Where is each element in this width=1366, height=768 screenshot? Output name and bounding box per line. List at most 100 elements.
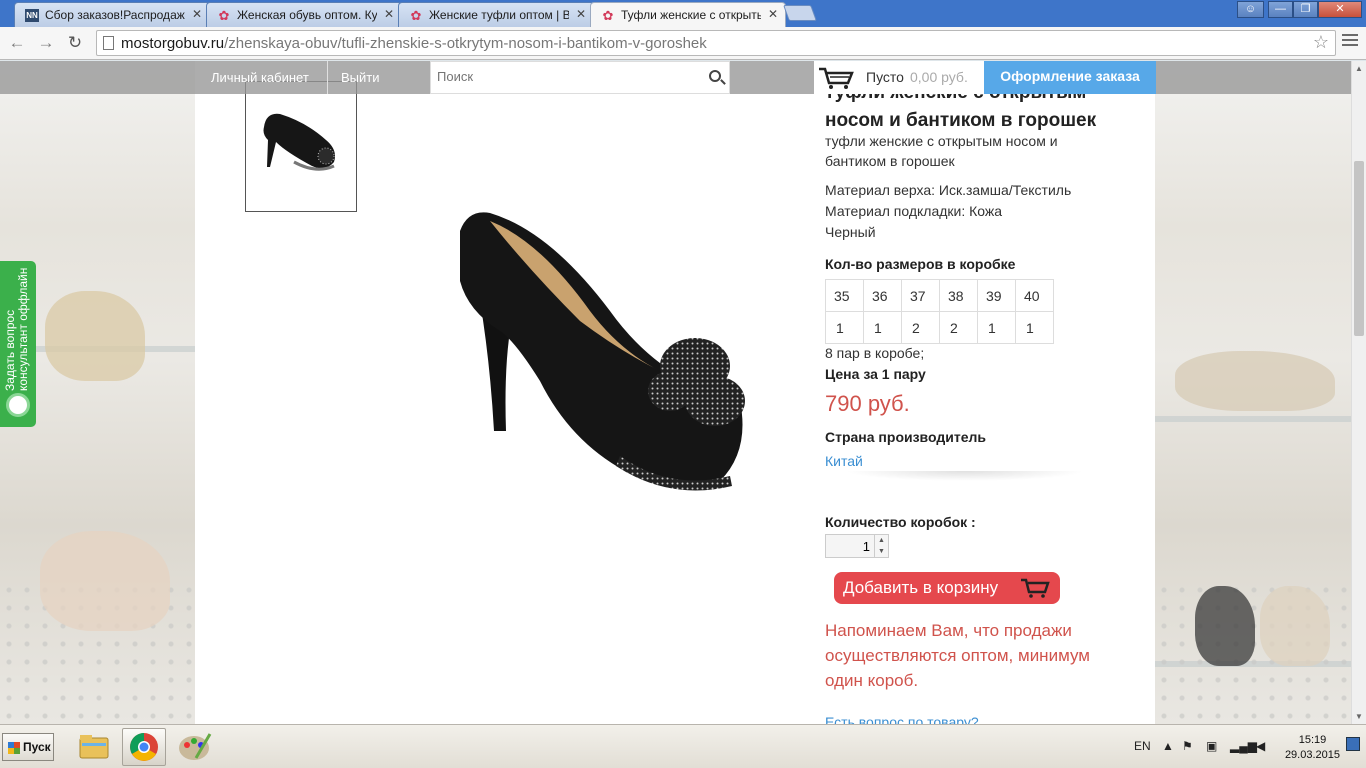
divider <box>845 471 1085 481</box>
cart-icon <box>819 67 854 89</box>
reload-icon[interactable]: ↻ <box>64 32 86 54</box>
tab-title: Сбор заказов!Распродажа д <box>45 8 185 22</box>
checkout-button[interactable]: Оформление заказа <box>984 61 1156 94</box>
browser-tab-1[interactable]: NN Сбор заказов!Распродажа д ✕ <box>14 2 210 27</box>
country-link[interactable]: Китай <box>825 453 863 469</box>
address-bar[interactable]: mostorgobuv.ru/zhenskaya-obuv/tufli-zhen… <box>96 30 1336 56</box>
hamburger-menu-icon[interactable] <box>1342 34 1358 50</box>
size-counts-row: 1 1 2 2 1 1 <box>825 311 1054 344</box>
scroll-up-icon[interactable]: ▲ <box>1355 64 1363 73</box>
new-tab-button[interactable] <box>783 5 817 21</box>
quantity-input[interactable] <box>826 535 874 557</box>
clock-date: 29.03.2015 <box>1284 749 1340 761</box>
count-cell: 2 <box>901 311 940 344</box>
consultant-logo-icon <box>6 393 30 417</box>
sizes-table: 35 36 37 38 39 40 1 1 2 2 1 1 <box>825 279 1054 344</box>
page-viewport: туфли женские с открытым носом и бантико… <box>0 61 1366 724</box>
ask-question-widget[interactable]: Задать вопрос консультант оффлайн <box>0 261 36 427</box>
ask-widget-text: Задать вопрос консультант оффлайн <box>3 267 30 391</box>
count-cell: 1 <box>863 311 902 344</box>
device-icon[interactable]: ▣ <box>1206 739 1217 753</box>
flower-icon: ✿ <box>602 8 614 23</box>
size-cell: 39 <box>977 279 1016 312</box>
minimize-button[interactable]: — <box>1268 1 1293 18</box>
mini-cart[interactable]: Пусто 0,00 руб. <box>814 61 984 94</box>
count-cell: 2 <box>939 311 978 344</box>
product-main-photo[interactable] <box>420 201 760 501</box>
clock[interactable]: 15:19 29.03.2015 <box>1285 733 1340 763</box>
browser-toolbar: ← → ↻ mostorgobuv.ru/zhenskaya-obuv/tufl… <box>0 27 1366 60</box>
tab-title: Женская обувь оптом. Куп <box>237 8 377 22</box>
count-cell: 1 <box>825 311 864 344</box>
product-color: Черный <box>825 224 876 240</box>
flower-icon: ✿ <box>410 8 422 23</box>
add-to-cart-button[interactable]: Добавить в корзину <box>834 572 1060 604</box>
chrome-app-icon[interactable] <box>122 728 166 766</box>
forward-arrow-icon[interactable]: → <box>35 32 57 54</box>
price-value: 790 руб. <box>825 391 910 416</box>
size-cell: 35 <box>825 279 864 312</box>
volume-icon[interactable]: ◀ <box>1256 739 1265 753</box>
restore-button[interactable]: ❐ <box>1293 1 1318 18</box>
back-arrow-icon[interactable]: ← <box>6 32 28 54</box>
product-content: туфли женские с открытым носом и бантико… <box>195 61 1155 724</box>
bookmark-star-icon[interactable]: ☆ <box>1313 32 1329 53</box>
scrollbar-thumb[interactable] <box>1354 161 1364 336</box>
wholesale-notice: Напоминаем Вам, что продажи осуществляют… <box>825 621 1090 690</box>
windows-taskbar: Пуск EN ▲ ⚑ ▣ ▂▄▆ ◀ 15:19 29.03.2015 <box>0 724 1366 768</box>
spin-arrows-icon[interactable]: ▲ ▼ <box>874 535 888 557</box>
cart-icon <box>1021 578 1050 598</box>
product-subtitle: туфли женские с открытым носом и бантико… <box>825 133 1058 169</box>
browser-tab-2[interactable]: ✿ Женская обувь оптом. Куп ✕ <box>206 2 402 27</box>
close-window-button[interactable]: ✕ <box>1318 1 1362 18</box>
action-center-icon[interactable] <box>1346 737 1360 751</box>
qty-label: Количество коробок : <box>825 514 976 530</box>
sizes-row: 35 36 37 38 39 40 <box>825 279 1054 312</box>
flag-icon[interactable]: ⚑ <box>1182 739 1193 753</box>
url-text[interactable]: mostorgobuv.ru/zhenskaya-obuv/tufli-zhen… <box>121 35 707 52</box>
size-cell: 37 <box>901 279 940 312</box>
background-photo-right <box>1155 61 1351 724</box>
windows-logo-icon <box>8 742 20 754</box>
pairs-per-box: 8 пар в коробе; <box>825 345 925 361</box>
product-thumbnail[interactable] <box>245 81 357 212</box>
product-question-link[interactable]: Есть вопрос по товару? <box>825 714 979 724</box>
material-lining: Материал подкладки: Кожа <box>825 203 1003 219</box>
count-cell: 1 <box>1015 311 1054 344</box>
count-cell: 1 <box>977 311 1016 344</box>
account-link[interactable]: Личный кабинет <box>211 70 309 85</box>
close-icon[interactable]: ✕ <box>768 7 778 21</box>
size-cell: 36 <box>863 279 902 312</box>
sizes-heading: Кол-во размеров в коробке <box>825 256 1016 272</box>
tab-title: Женские туфли оптом | Ве <box>429 8 569 22</box>
paint-app-icon[interactable] <box>172 728 216 766</box>
language-indicator[interactable]: EN <box>1134 739 1151 753</box>
tray-expand-icon[interactable]: ▲ <box>1162 739 1174 753</box>
add-to-cart-label: Добавить в корзину <box>843 578 999 597</box>
network-icon[interactable]: ▂▄▆ <box>1230 739 1257 753</box>
search-input[interactable] <box>437 69 697 84</box>
close-icon[interactable]: ✕ <box>192 7 202 21</box>
clock-time: 15:19 <box>1298 734 1327 746</box>
browser-tab-3[interactable]: ✿ Женские туфли оптом | Ве ✕ <box>398 2 594 27</box>
browser-tab-strip: NN Сбор заказов!Распродажа д ✕ ✿ Женская… <box>0 0 1366 27</box>
tab-title: Туфли женские с открыты <box>621 8 761 22</box>
close-icon[interactable]: ✕ <box>576 7 586 21</box>
cart-sum: 0,00 руб. <box>910 69 968 85</box>
search-icon[interactable] <box>709 70 721 82</box>
browser-tab-4-active[interactable]: ✿ Туфли женские с открыты ✕ <box>590 2 786 27</box>
size-cell: 38 <box>939 279 978 312</box>
start-button[interactable]: Пуск <box>2 733 54 761</box>
price-heading: Цена за 1 пару <box>825 366 926 382</box>
quantity-stepper[interactable]: ▲▼ <box>825 534 889 558</box>
site-top-bar: Личный кабинет Выйти Пусто 0,00 руб. Офо… <box>0 61 1366 94</box>
logout-link[interactable]: Выйти <box>341 70 380 85</box>
scroll-down-icon[interactable]: ▼ <box>1355 712 1363 721</box>
cart-status: Пусто <box>866 69 904 85</box>
explorer-app-icon[interactable] <box>72 728 116 766</box>
user-icon[interactable]: ☺ <box>1237 1 1264 18</box>
close-icon[interactable]: ✕ <box>384 7 394 21</box>
divider <box>327 61 328 94</box>
search-box <box>430 61 730 94</box>
page-scrollbar[interactable]: ▲ ▼ <box>1351 61 1366 724</box>
